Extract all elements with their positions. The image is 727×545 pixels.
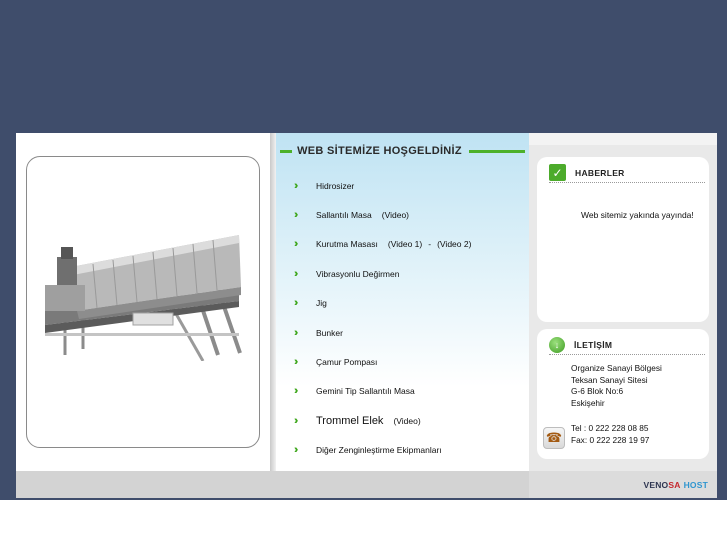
news-header: ✓ HABERLER — [549, 163, 705, 183]
contact-phones: Tel : 0 222 228 08 85 Fax: 0 222 228 19 … — [571, 423, 649, 446]
double-chevron-right-icon: ›› — [294, 326, 298, 339]
contact-header: ↓ İLETİŞİM — [549, 335, 705, 355]
contact-address: Organize Sanayi Bölgesi Teksan Sanayi Si… — [571, 363, 662, 409]
fax-number: Fax: 0 222 228 19 97 — [571, 434, 650, 445]
brand-part-1: VENO — [643, 480, 669, 490]
address-line: G-6 Blok No:6 — [571, 386, 624, 396]
brand-part-3: HOST — [683, 480, 708, 490]
right-column: ✓ HABERLER Web sitemiz yakında yayında! … — [529, 133, 717, 471]
machine-photo — [26, 156, 260, 448]
menu-item[interactable]: ›› Sallantılı Masa (Video) — [294, 200, 524, 229]
double-chevron-right-icon: ›› — [294, 356, 298, 369]
menu-item-label[interactable]: Kurutma Masası — [316, 239, 378, 249]
video-link[interactable]: (Video) — [382, 210, 409, 220]
address-line: Teksan Sanayi Sitesi — [571, 374, 648, 385]
phone-icon: ☎ — [543, 427, 565, 449]
address-line: Eskişehir — [571, 397, 605, 408]
heading-bar-left — [280, 149, 293, 153]
video-link[interactable]: (Video 1) — [388, 239, 422, 249]
menu-item-label[interactable]: Sallantılı Masa — [316, 210, 372, 220]
footer-left — [16, 471, 529, 498]
news-title: HABERLER — [575, 167, 625, 178]
video-link[interactable]: (Video) — [393, 416, 420, 426]
double-chevron-right-icon: ›› — [294, 267, 298, 280]
news-text: Web sitemiz yakında yayında! — [581, 210, 694, 220]
address-line: Organize Sanayi Bölgesi — [571, 363, 662, 373]
menu-item-label[interactable]: Vibrasyonlu Değirmen — [316, 269, 399, 279]
menu-item[interactable]: ›› Gemini Tip Sallantılı Masa — [294, 377, 524, 406]
menu-item[interactable]: ›› Jig — [294, 289, 524, 318]
menu-item-label[interactable]: Çamur Pompası — [316, 357, 377, 367]
menu-item-label[interactable]: Jig — [316, 298, 327, 308]
globe-download-icon: ↓ — [549, 336, 565, 353]
video-link[interactable]: (Video 2) — [437, 239, 471, 249]
heading-bar-right — [468, 149, 525, 153]
product-menu-column: WEB SİTEMİZE HOŞGELDİNİZ ›› Hidrosizer ›… — [276, 133, 529, 471]
footer-right: VENOSA HOST — [529, 471, 717, 498]
tel-number: Tel : 0 222 228 08 85 — [571, 423, 649, 433]
machine-illustration — [45, 235, 242, 361]
right-top-strip — [529, 133, 717, 145]
contact-panel: ↓ İLETİŞİM Organize Sanayi Bölgesi Teksa… — [537, 329, 709, 459]
menu-item[interactable]: ›› Trommel Elek (Video) — [294, 406, 524, 435]
product-menu: ›› Hidrosizer ›› Sallantılı Masa (Video)… — [294, 171, 524, 465]
brand-link[interactable]: VENOSA HOST — [643, 480, 708, 490]
double-chevron-right-icon: ›› — [294, 297, 298, 310]
double-chevron-right-icon: ›› — [294, 414, 298, 427]
double-chevron-right-icon: ›› — [294, 179, 298, 192]
double-chevron-right-icon: ›› — [294, 444, 298, 457]
news-panel: ✓ HABERLER Web sitemiz yakında yayında! — [537, 157, 709, 322]
menu-item-label[interactable]: Trommel Elek — [316, 415, 383, 427]
menu-item-label[interactable]: Gemini Tip Sallantılı Masa — [316, 386, 415, 396]
welcome-title: WEB SİTEMİZE HOŞGELDİNİZ — [297, 145, 462, 157]
menu-item[interactable]: ›› Kurutma Masası (Video 1) - (Video 2) — [294, 230, 524, 259]
left-column — [16, 133, 270, 471]
brand-part-2: SA — [668, 480, 681, 490]
menu-item-label[interactable]: Diğer Zenginleştirme Ekipmanları — [316, 445, 442, 455]
menu-item[interactable]: ›› Bunker — [294, 318, 524, 347]
double-chevron-right-icon: ›› — [294, 385, 298, 398]
content-frame: WEB SİTEMİZE HOŞGELDİNİZ ›› Hidrosizer ›… — [16, 133, 717, 498]
double-chevron-right-icon: ›› — [294, 238, 298, 251]
menu-item-label[interactable]: Hidrosizer — [316, 181, 354, 191]
menu-item[interactable]: ›› Hidrosizer — [294, 171, 524, 200]
menu-item-label[interactable]: Bunker — [316, 328, 343, 338]
menu-item[interactable]: ›› Diğer Zenginleştirme Ekipmanları — [294, 436, 524, 465]
double-chevron-right-icon: ›› — [294, 209, 298, 222]
welcome-heading: WEB SİTEMİZE HOŞGELDİNİZ — [276, 143, 529, 159]
menu-item[interactable]: ›› Çamur Pompası — [294, 347, 524, 376]
contact-title: İLETİŞİM — [574, 339, 613, 350]
video-separator: - — [428, 239, 432, 250]
menu-item[interactable]: ›› Vibrasyonlu Değirmen — [294, 259, 524, 288]
check-icon: ✓ — [549, 164, 566, 181]
